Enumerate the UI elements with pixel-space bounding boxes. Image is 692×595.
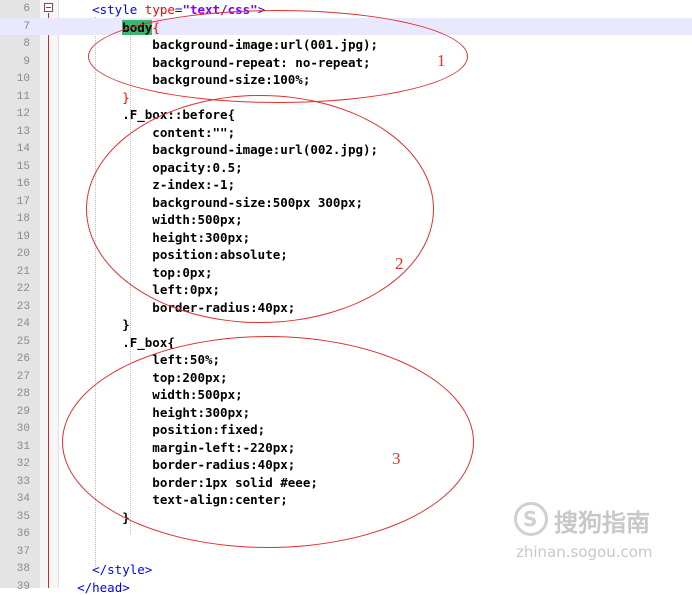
- code-token: </head>: [77, 580, 130, 595]
- line-number: 22: [0, 283, 30, 295]
- line-number: 20: [0, 248, 30, 260]
- code-text: </head>: [62, 580, 130, 595]
- line-number: 15: [0, 161, 30, 173]
- line-number: 37: [0, 546, 30, 558]
- line-number: 23: [0, 301, 30, 313]
- line-number: 10: [0, 73, 30, 85]
- code-text: </style>: [62, 562, 152, 577]
- line-number: 17: [0, 196, 30, 208]
- code-token: [62, 90, 122, 105]
- line-number: 18: [0, 213, 30, 225]
- line-number: 25: [0, 336, 30, 348]
- annotation-ellipse-2: [86, 95, 434, 323]
- line-number: 7: [0, 21, 30, 33]
- line-number: 14: [0, 143, 30, 155]
- line-number: 30: [0, 423, 30, 435]
- line-number: 11: [0, 91, 30, 103]
- code-line[interactable]: 38 </style>: [0, 560, 692, 578]
- line-number: 26: [0, 353, 30, 365]
- annotation-ellipse-1: [88, 10, 468, 103]
- code-token: [62, 2, 92, 17]
- code-text: }: [62, 317, 130, 332]
- watermark-brand: 搜狗指南: [554, 503, 650, 538]
- line-number: 19: [0, 231, 30, 243]
- line-number: 6: [0, 3, 30, 15]
- line-number: 38: [0, 563, 30, 575]
- code-line[interactable]: 24 }: [0, 315, 692, 333]
- annotation-label-2: 2: [395, 254, 404, 274]
- line-number: 27: [0, 371, 30, 383]
- line-number: 21: [0, 266, 30, 278]
- line-number: 31: [0, 441, 30, 453]
- line-number: 39: [0, 581, 30, 593]
- line-number: 33: [0, 476, 30, 488]
- line-number: 34: [0, 493, 30, 505]
- annotation-label-1: 1: [437, 51, 446, 71]
- annotation-ellipse-3: [62, 336, 474, 548]
- line-number: 16: [0, 178, 30, 190]
- line-number: 36: [0, 528, 30, 540]
- line-number: 13: [0, 126, 30, 138]
- code-text: }: [62, 90, 130, 105]
- code-text: .F_box{: [62, 335, 175, 350]
- line-number: 12: [0, 108, 30, 120]
- annotation-label-3: 3: [392, 449, 401, 469]
- line-number: 29: [0, 406, 30, 418]
- line-number: 35: [0, 511, 30, 523]
- line-number: 32: [0, 458, 30, 470]
- watermark-url: zhinan.sogou.com: [516, 543, 653, 561]
- code-token: }: [62, 317, 130, 332]
- code-token: <style: [92, 2, 145, 17]
- code-token: [62, 580, 77, 595]
- code-token: }: [122, 90, 130, 105]
- line-number: 28: [0, 388, 30, 400]
- line-number: 8: [0, 38, 30, 50]
- sogou-logo-icon: [514, 502, 548, 536]
- code-token: </style>: [92, 562, 152, 577]
- code-token: .F_box{: [62, 335, 175, 350]
- code-line[interactable]: 39 </head>: [0, 578, 692, 595]
- code-token: type: [145, 2, 175, 17]
- line-number: 9: [0, 56, 30, 68]
- code-token: [62, 562, 92, 577]
- line-number: 24: [0, 318, 30, 330]
